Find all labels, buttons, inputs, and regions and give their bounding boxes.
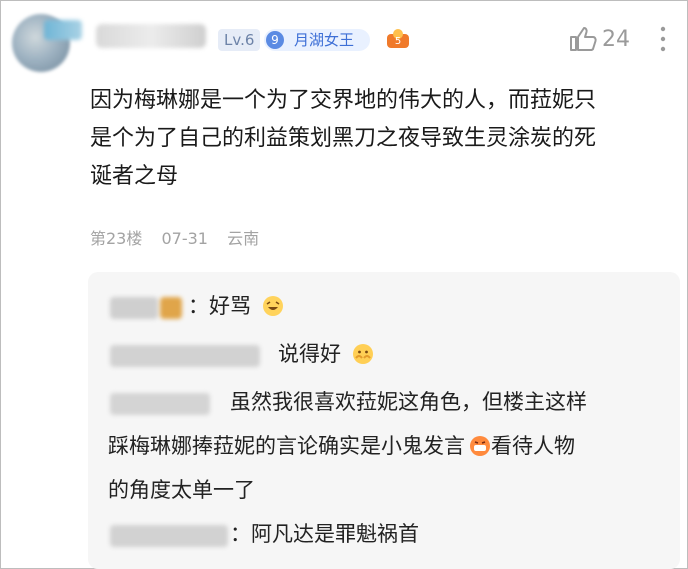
- reply-line: 的角度太单一了: [108, 478, 255, 502]
- comment-line: 是个为了自己的利益策划黑刀之夜导致生灵涂炭的死: [90, 126, 597, 151]
- svg-text:5: 5: [395, 36, 401, 47]
- reply-username-blurred[interactable]: [110, 525, 228, 547]
- post-location: 云南: [227, 229, 260, 248]
- laughing-emoji-icon: [262, 296, 283, 316]
- like-count: 24: [602, 27, 630, 52]
- reply-username-blurred: [160, 297, 182, 319]
- comment-text: 因为梅琳娜是一个为了交界地的伟大的人，而菈妮只 是个为了自己的利益策划黑刀之夜导…: [90, 82, 680, 196]
- reply-line: 踩梅琳娜捧菈妮的言论确实是小鬼发言 看待人物: [108, 430, 575, 462]
- floor-number: 第23楼: [90, 229, 143, 248]
- reply-text: 看待人物: [491, 434, 575, 458]
- avatar-overlay: [44, 20, 82, 40]
- reply-text: ：好骂: [188, 294, 251, 318]
- reply-text: ：阿凡达是罪魁祸首: [230, 522, 419, 546]
- comment-line: 诞者之母: [90, 164, 179, 189]
- user-level-badge: Lv.6: [218, 29, 261, 51]
- reply-text: 说得好: [278, 342, 341, 366]
- fan-badge-level: 9: [266, 31, 284, 49]
- reply-line: 虽然我很喜欢菈妮这角色，但楼主这样: [230, 390, 587, 414]
- reply-username-blurred[interactable]: [110, 393, 210, 415]
- post-date: 07-31: [161, 229, 208, 248]
- more-vertical-icon[interactable]: [658, 24, 668, 54]
- reply-text: 踩梅琳娜捧菈妮的言论确实是小鬼发言: [108, 434, 465, 458]
- thumbs-up-icon[interactable]: [568, 25, 598, 53]
- reply-item: ：阿凡达是罪魁祸首: [230, 518, 419, 550]
- gift-badge-icon: 5: [387, 29, 409, 48]
- reply-item: 说得好: [278, 338, 374, 370]
- comment-line: 因为梅琳娜是一个为了交界地的伟大的人，而菈妮只: [90, 88, 597, 113]
- fan-badge-title: 月湖女王: [294, 31, 355, 49]
- comment-meta: 第23楼 07-31 云南: [90, 228, 273, 250]
- reply-username-blurred[interactable]: [110, 297, 158, 319]
- clapping-emoji-icon: [352, 344, 373, 364]
- username-blurred[interactable]: [96, 24, 206, 48]
- grinning-emoji-icon: [470, 436, 490, 456]
- reply-item: ：好骂: [188, 290, 284, 322]
- reply-username-blurred[interactable]: [110, 345, 260, 367]
